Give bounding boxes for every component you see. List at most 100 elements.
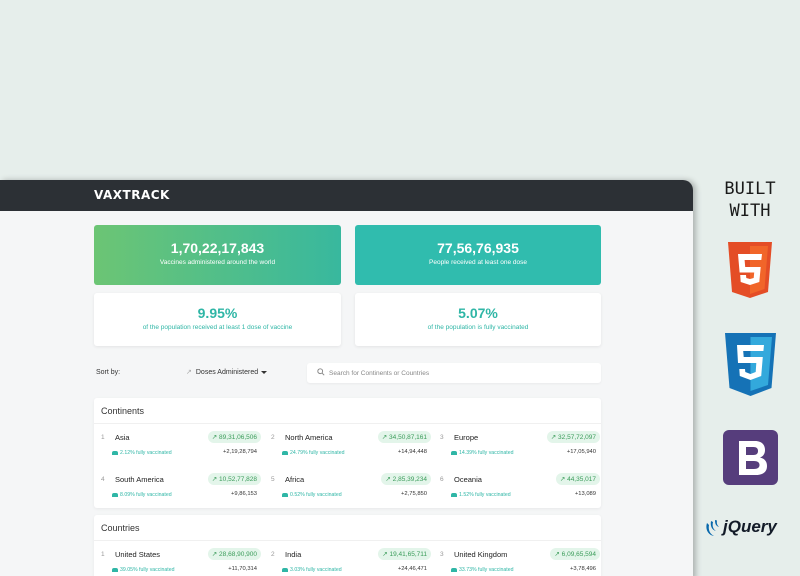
- trend-arrow-icon: ↗: [186, 369, 192, 376]
- built-text: BUILT: [724, 179, 776, 199]
- people-icon: [451, 567, 457, 572]
- doses-badge: ↗ 19,41,65,711: [378, 548, 431, 560]
- caret-down-icon: [261, 370, 268, 374]
- continent-card-south-america[interactable]: 4 South America ↗ 10,52,77,828 8.09% ful…: [101, 472, 261, 508]
- country-card-india[interactable]: 2 India ↗ 19,41,65,711 3.03% fully vacci…: [271, 547, 431, 576]
- doses-value: 10,52,77,828: [219, 476, 257, 483]
- sort-dropdown[interactable]: ↗ Doses Administered: [186, 368, 268, 376]
- one-dose-percent-card: 9.95% of the population received at leas…: [94, 293, 341, 346]
- doses-badge: ↗ 6,09,65,594: [550, 548, 600, 560]
- continent-name: Asia: [115, 433, 130, 442]
- continent-name: North America: [285, 433, 333, 442]
- sort-label: Sort by:: [96, 369, 121, 376]
- rank: 3: [440, 434, 444, 441]
- vaccines-administered-label: Vaccines administered around the world: [159, 259, 276, 266]
- doses-value: 44,35,017: [567, 476, 596, 483]
- pct-text: 8.09% fully vaccinated: [120, 492, 172, 498]
- fully-vaccinated-pct: 1.52% fully vaccinated: [451, 492, 511, 498]
- one-dose-percent-label: of the population received at least 1 do…: [142, 324, 293, 331]
- fully-vaccinated-pct: 24.79% fully vaccinated: [282, 450, 345, 456]
- daily-delta: +11,70,314: [228, 566, 257, 572]
- vaccines-administered-value: 1,70,22,17,843: [170, 240, 265, 256]
- doses-badge: ↗ 2,85,39,234: [381, 473, 431, 485]
- people-icon: [451, 450, 457, 455]
- svg-text:jQuery: jQuery: [721, 517, 778, 536]
- sort-selected: Doses Administered: [195, 369, 259, 376]
- doses-value: 28,68,90,900: [219, 551, 257, 558]
- people-icon: [282, 450, 288, 455]
- continents-title: Continents: [94, 398, 601, 424]
- pct-text: 33.73% fully vaccinated: [459, 567, 514, 573]
- rank: 3: [440, 551, 444, 558]
- search-icon: [317, 368, 325, 376]
- logo-text: VAXTRACK: [94, 188, 170, 202]
- daily-delta: +17,05,940: [566, 449, 596, 455]
- pct-text: 0.52% fully vaccinated: [290, 492, 342, 498]
- continent-name: South America: [115, 475, 164, 484]
- daily-delta: +13,089: [574, 491, 596, 497]
- doses-value: 2,85,39,234: [392, 476, 427, 483]
- doses-value: 32,57,72,097: [558, 434, 596, 441]
- fully-vaccinated-pct: 0.52% fully vaccinated: [282, 492, 342, 498]
- country-name: United Kingdom: [454, 550, 508, 559]
- rank: 1: [101, 434, 105, 441]
- doses-badge: ↗ 89,31,06,506: [207, 431, 261, 443]
- fully-vaccinated-pct: 3.03% fully vaccinated: [282, 567, 342, 573]
- doses-badge: ↗ 10,52,77,828: [207, 473, 261, 485]
- app-logo[interactable]: VAXTRACK: [94, 188, 170, 202]
- people-icon: [112, 450, 118, 455]
- countries-title: Countries: [94, 515, 601, 541]
- doses-value: 6,09,65,594: [561, 551, 596, 558]
- continent-name: Oceania: [454, 475, 482, 484]
- fully-vaccinated-pct: 39.05% fully vaccinated: [112, 567, 175, 573]
- country-card-united-states[interactable]: 1 United States ↗ 28,68,90,900 39.05% fu…: [101, 547, 261, 576]
- continent-name: Africa: [285, 475, 305, 484]
- rank: 6: [440, 476, 444, 483]
- rank: 1: [101, 551, 105, 558]
- people-icon: [112, 492, 118, 497]
- fully-vaccinated-card: 5.07% of the population is fully vaccina…: [355, 293, 601, 346]
- country-card-united-kingdom[interactable]: 3 United Kingdom ↗ 6,09,65,594 33.73% fu…: [440, 547, 600, 576]
- app-window: VAXTRACK 1,70,22,17,843 Vaccines adminis…: [0, 180, 693, 576]
- continent-card-africa[interactable]: 5 Africa ↗ 2,85,39,234 0.52% fully vacci…: [271, 472, 431, 508]
- continent-card-oceania[interactable]: 6 Oceania ↗ 44,35,017 1.52% fully vaccin…: [440, 472, 600, 508]
- countries-section: Countries 1 United States ↗ 28,68,90,900…: [94, 515, 601, 576]
- continent-card-north-america[interactable]: 2 North America ↗ 34,50,87,161 24.79% fu…: [271, 430, 431, 466]
- one-dose-percent-value: 9.95%: [197, 305, 238, 321]
- daily-delta: +3,78,496: [570, 566, 596, 572]
- doses-badge: ↗ 32,57,72,097: [546, 431, 600, 443]
- continents-section: Continents 1 Asia ↗ 89,31,06,506 2.12% f…: [94, 398, 601, 508]
- built-with-heading: BUILT WITH: [716, 178, 784, 222]
- daily-delta: +9,86,153: [231, 491, 257, 497]
- doses-value: 89,31,06,506: [219, 434, 257, 441]
- rank: 2: [271, 551, 275, 558]
- people-icon: [282, 492, 288, 497]
- daily-delta: +2,19,28,794: [222, 449, 257, 455]
- bootstrap-icon: [723, 430, 778, 485]
- doses-badge: ↗ 28,68,90,900: [207, 548, 261, 560]
- with-text: WITH: [729, 201, 771, 221]
- continent-card-asia[interactable]: 1 Asia ↗ 89,31,06,506 2.12% fully vaccin…: [101, 430, 261, 466]
- pct-text: 2.12% fully vaccinated: [120, 450, 172, 456]
- search-box[interactable]: [307, 363, 601, 383]
- doses-badge: ↗ 44,35,017: [555, 473, 600, 485]
- pct-text: 39.05% fully vaccinated: [120, 567, 175, 573]
- pct-text: 1.52% fully vaccinated: [459, 492, 511, 498]
- fully-vaccinated-pct: 8.09% fully vaccinated: [112, 492, 172, 498]
- continent-name: Europe: [454, 433, 479, 442]
- people-icon: [112, 567, 118, 572]
- fully-vaccinated-label: of the population is fully vaccinated: [427, 324, 529, 331]
- daily-delta: +24,46,471: [397, 566, 427, 572]
- doses-badge: ↗ 34,50,87,161: [377, 431, 431, 443]
- fully-vaccinated-pct: 2.12% fully vaccinated: [112, 450, 172, 456]
- country-name: India: [285, 550, 302, 559]
- css3-icon: [725, 333, 776, 396]
- search-input[interactable]: [329, 366, 589, 380]
- people-one-dose-card: 77,56,76,935 People received at least on…: [355, 225, 601, 285]
- fully-vaccinated-pct: 33.73% fully vaccinated: [451, 567, 514, 573]
- people-one-dose-value: 77,56,76,935: [437, 240, 519, 256]
- continent-card-europe[interactable]: 3 Europe ↗ 32,57,72,097 14.39% fully vac…: [440, 430, 600, 466]
- people-icon: [282, 567, 288, 572]
- people-icon: [451, 492, 457, 497]
- fully-vaccinated-value: 5.07%: [458, 305, 498, 321]
